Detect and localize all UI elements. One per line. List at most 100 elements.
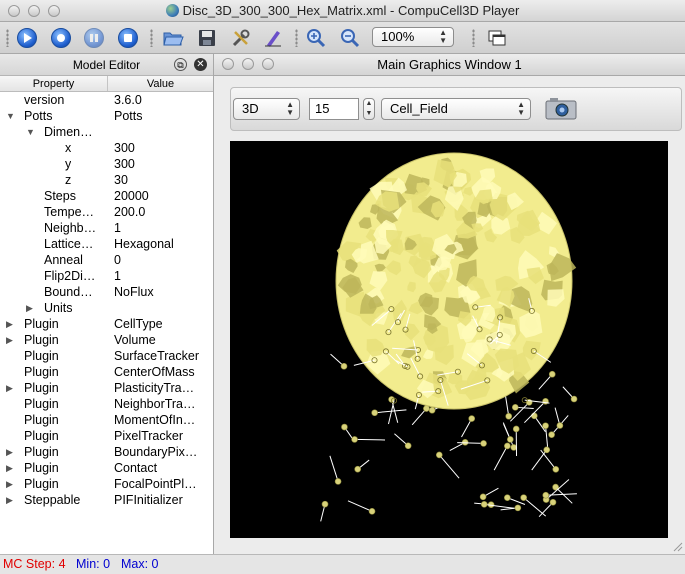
- zoom-out-icon[interactable]: [339, 28, 361, 48]
- property-name: Plugin: [24, 461, 59, 475]
- camera-screenshot-icon[interactable]: [545, 96, 577, 120]
- tree-row[interactable]: Steps 20000: [0, 188, 213, 204]
- property-name: Plugin: [24, 413, 59, 427]
- property-name: Steppable: [24, 493, 81, 507]
- cell-point: [552, 465, 560, 473]
- zoom-in-icon[interactable]: [305, 28, 327, 48]
- expand-triangle-icon[interactable]: ▶: [6, 476, 16, 492]
- tree-row[interactable]: Lattice… Hexagonal: [0, 236, 213, 252]
- stop-button[interactable]: [118, 28, 138, 48]
- tree-row[interactable]: ▶ Plugin Contact: [0, 460, 213, 476]
- tree-row[interactable]: ▶ Plugin BoundaryPix…: [0, 444, 213, 460]
- property-name: Neighb…: [44, 221, 97, 235]
- cell-point: [334, 478, 342, 485]
- cell-point: [542, 491, 550, 499]
- toolbar-grip[interactable]: [295, 29, 298, 47]
- toolbar-grip[interactable]: [6, 29, 9, 47]
- expand-triangle-icon[interactable]: ▶: [26, 300, 36, 316]
- slice-spinbox[interactable]: 15: [309, 98, 359, 120]
- compucell-app-icon: [165, 4, 179, 17]
- collapse-triangle-icon[interactable]: ▼: [6, 108, 16, 124]
- value-column-header[interactable]: Value: [108, 76, 213, 91]
- graphics-canvas[interactable]: [230, 141, 668, 538]
- property-value: SurfaceTracker: [114, 349, 199, 363]
- pause-icon: [90, 34, 98, 42]
- status-bar: MC Step: 4 Min: 0 Max: 0: [0, 554, 685, 574]
- tree-row[interactable]: ▶ Plugin Volume: [0, 332, 213, 348]
- property-value: PIFInitializer: [114, 493, 183, 507]
- property-name: Steps: [44, 189, 76, 203]
- cell-point: [530, 412, 538, 420]
- view-mode-select[interactable]: 3D ▲ ▼: [233, 98, 300, 120]
- graphics-close-button[interactable]: [222, 58, 234, 70]
- cell-point: [505, 412, 513, 420]
- open-icon[interactable]: [162, 28, 184, 48]
- tree-row[interactable]: Anneal 0: [0, 252, 213, 268]
- tree-row[interactable]: Bound… NoFlux: [0, 284, 213, 300]
- property-name: Flip2Di…: [44, 269, 96, 283]
- float-panel-icon[interactable]: ⧉: [174, 58, 187, 71]
- pause-button[interactable]: [84, 28, 104, 48]
- tree-row[interactable]: Plugin MomentOfIn…: [0, 412, 213, 428]
- tree-row[interactable]: ▶ Plugin CellType: [0, 316, 213, 332]
- toolbar-grip[interactable]: [150, 29, 153, 47]
- cell-point: [504, 494, 511, 501]
- tree-row[interactable]: Flip2Di… 1: [0, 268, 213, 284]
- model-tree: version 3.6.0 ▼ Potts Potts ▼ Dimen… x 300 y3…: [0, 92, 213, 508]
- expand-triangle-icon[interactable]: ▶: [6, 492, 16, 508]
- save-icon[interactable]: [196, 28, 218, 48]
- expand-triangle-icon[interactable]: ▶: [6, 332, 16, 348]
- tree-row[interactable]: z 30: [0, 172, 213, 188]
- tree-row[interactable]: Plugin PixelTracker: [0, 428, 213, 444]
- field-select[interactable]: Cell_Field ▲ ▼: [381, 98, 531, 120]
- expand-triangle-icon[interactable]: ▶: [6, 460, 16, 476]
- step-icon: [57, 34, 65, 42]
- property-name: x: [65, 141, 72, 155]
- cell-point: [354, 465, 361, 473]
- tree-row[interactable]: y 300: [0, 156, 213, 172]
- graphics-zoom-button[interactable]: [262, 58, 274, 70]
- toolbar-grip[interactable]: [472, 29, 475, 47]
- expand-triangle-icon[interactable]: ▶: [6, 380, 16, 396]
- cell-point: [428, 406, 436, 414]
- tree-row[interactable]: Neighb… 1: [0, 220, 213, 236]
- cell-point: [514, 504, 522, 512]
- expand-triangle-icon[interactable]: ▶: [6, 444, 16, 460]
- property-value: BoundaryPix…: [114, 445, 198, 459]
- tools-icon[interactable]: [230, 28, 252, 48]
- tree-row[interactable]: Plugin NeighborTra…: [0, 396, 213, 412]
- step-button[interactable]: [51, 28, 71, 48]
- edit-icon[interactable]: [262, 28, 284, 48]
- tree-row[interactable]: Plugin SurfaceTracker: [0, 348, 213, 364]
- close-panel-icon[interactable]: ✕: [194, 58, 207, 71]
- slice-stepper[interactable]: ▲ ▼: [363, 98, 375, 120]
- tree-row[interactable]: version 3.6.0: [0, 92, 213, 108]
- vector-line: [540, 449, 557, 470]
- tree-row[interactable]: Plugin CenterOfMass: [0, 364, 213, 380]
- main-toolbar: [0, 22, 685, 54]
- tree-row[interactable]: ▶ Units: [0, 300, 213, 316]
- property-column-header[interactable]: Property: [0, 76, 108, 91]
- tree-row[interactable]: x 300: [0, 140, 213, 156]
- zoom-select[interactable]: 100% ▲ ▼: [372, 27, 454, 47]
- tree-row[interactable]: ▶ Plugin FocalPointPl…: [0, 476, 213, 492]
- vector-line: [354, 438, 386, 441]
- tree-row[interactable]: ▼ Potts Potts: [0, 108, 213, 124]
- resize-grip-icon[interactable]: [671, 540, 683, 552]
- tree-row[interactable]: Tempe… 200.0: [0, 204, 213, 220]
- expand-triangle-icon[interactable]: ▶: [6, 316, 16, 332]
- field-value: Cell_Field: [390, 101, 448, 116]
- cell-point: [506, 436, 514, 443]
- tree-row[interactable]: ▼ Dimen…: [0, 124, 213, 140]
- graphics-minimize-button[interactable]: [242, 58, 254, 70]
- windows-icon[interactable]: [486, 28, 508, 48]
- tree-row[interactable]: ▶ Steppable PIFInitializer: [0, 492, 213, 508]
- vector-line: [347, 500, 373, 512]
- vector-line: [329, 455, 339, 482]
- run-button[interactable]: [17, 28, 37, 48]
- view-mode-value: 3D: [242, 101, 259, 116]
- cell-point: [549, 498, 557, 506]
- vector-line: [493, 445, 508, 471]
- collapse-triangle-icon[interactable]: ▼: [26, 124, 36, 140]
- tree-row[interactable]: ▶ Plugin PlasticityTra…: [0, 380, 213, 396]
